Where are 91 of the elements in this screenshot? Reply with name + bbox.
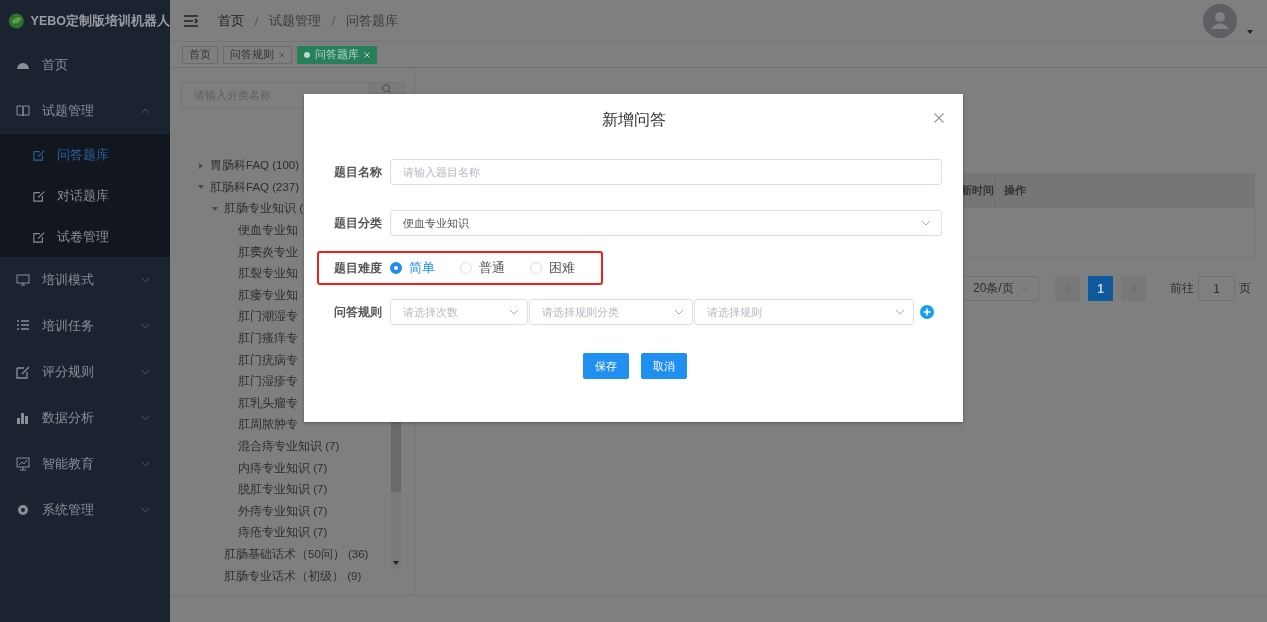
edit-icon <box>33 189 45 202</box>
sidebar-item[interactable]: 试题管理 <box>0 88 170 134</box>
chevron-icon <box>141 369 150 375</box>
book-icon <box>16 104 30 118</box>
gear-icon <box>16 503 30 517</box>
close-icon[interactable] <box>279 51 285 58</box>
rule-select[interactable]: 请选择规则 <box>694 299 914 325</box>
chevron-icon <box>141 507 150 513</box>
tree-node[interactable]: 肛门瘙痒专 <box>238 331 298 347</box>
tree-node[interactable]: 肛门潮湿专 <box>238 309 298 325</box>
rule-select[interactable]: 请选择次数 <box>390 299 528 325</box>
goto-label: 前往 <box>1170 280 1194 297</box>
tree-node[interactable]: 肛裂专业知 <box>238 266 298 282</box>
tree-node[interactable]: 肛肠专业知识 ( <box>224 201 304 217</box>
breadcrumb-separator-icon <box>331 15 336 26</box>
edit-icon <box>33 230 45 243</box>
avatar-icon[interactable] <box>1203 3 1237 38</box>
page-number[interactable]: 1 <box>1088 276 1113 301</box>
breadcrumb-separator-icon <box>254 15 259 26</box>
rule-select[interactable]: 请选择规则分类 <box>529 299 693 325</box>
chevron-icon <box>141 277 150 283</box>
tree-node[interactable]: 内痔专业知识 (7) <box>238 460 328 476</box>
sidebar-item[interactable]: 数据分析 <box>0 395 170 441</box>
tree-node[interactable]: 肛肠专业话术（初级） (9) <box>224 568 362 584</box>
breadcrumb-item[interactable]: 首页 <box>218 11 244 30</box>
sidebar-item[interactable]: 评分规则 <box>0 349 170 395</box>
tab[interactable]: 首页 <box>182 45 218 64</box>
chevron-icon <box>895 309 905 315</box>
edit-icon <box>16 365 30 379</box>
dropdown-caret-icon[interactable] <box>1247 29 1253 34</box>
tree-node[interactable]: 肛瘘专业知 <box>238 287 298 303</box>
sidebar-subitem[interactable]: 对话题库 <box>0 175 170 216</box>
tree-node[interactable]: 脱肛专业知识 (7) <box>238 482 328 498</box>
sidebar-item[interactable]: 培训模式 <box>0 257 170 303</box>
tree-node[interactable]: 便血专业知 <box>238 223 298 239</box>
bar-chart-icon <box>16 411 30 425</box>
tree-node[interactable]: 肛门湿疹专 <box>238 374 298 390</box>
field-label: 问答规则 <box>334 303 383 321</box>
sidebar-item[interactable]: 系统管理 <box>0 487 170 533</box>
cancel-button[interactable]: 取消 <box>640 353 687 379</box>
app-title: YEBO定制版培训机器人 <box>30 12 170 30</box>
tree-node[interactable]: 肛乳头瘤专 <box>238 395 298 411</box>
field-label: 题目难度 <box>334 259 383 277</box>
scroll-down-icon[interactable] <box>393 561 399 565</box>
sidebar-subitem[interactable]: 问答题库 <box>0 134 170 175</box>
chevron-icon <box>141 461 150 467</box>
page-suffix: 页 <box>1239 280 1251 297</box>
leaf-logo-icon <box>8 10 25 32</box>
tree-node[interactable]: 混合痔专业知识 (7) <box>238 439 340 454</box>
chevron-icon <box>141 323 150 329</box>
add-icon[interactable] <box>920 305 934 319</box>
search-icon <box>382 84 392 94</box>
chevron-icon <box>921 220 931 226</box>
tree-node[interactable]: 痔疮专业知识 (7) <box>238 525 328 541</box>
field-label: 题目分类 <box>334 214 383 232</box>
tree-node[interactable]: 肛门疣病专 <box>238 352 298 368</box>
tree-node[interactable]: 肛窦炎专业 <box>238 244 298 260</box>
tab[interactable]: 问答规则 <box>223 45 292 64</box>
tree-node[interactable]: 肛肠科FAQ (237) <box>210 179 300 195</box>
tree-node[interactable]: 外痔专业知识 (7) <box>238 503 328 519</box>
breadcrumb-item[interactable]: 试题管理 <box>269 11 321 30</box>
chevron-icon <box>1021 285 1030 292</box>
tree-node[interactable]: 胃肠科FAQ (100) <box>210 158 300 174</box>
chevron-icon <box>141 108 150 114</box>
tab[interactable]: 问答题库 <box>297 45 377 64</box>
edit-icon <box>33 148 45 161</box>
save-button[interactable]: 保存 <box>582 353 629 379</box>
tree-node[interactable]: 肛肠基础话术（50问） (36) <box>224 547 369 562</box>
menu-fold-icon[interactable] <box>184 14 198 27</box>
column-header: 操作 <box>994 173 1255 208</box>
sidebar-item[interactable]: 智能教育 <box>0 441 170 487</box>
difficulty-radio[interactable]: 普通 <box>460 259 505 277</box>
difficulty-radio[interactable]: 困难 <box>530 259 575 277</box>
monitor-icon <box>16 273 30 287</box>
name-input-field[interactable]: 请输入题目名称 <box>390 159 942 185</box>
difficulty-radio[interactable]: 简单 <box>390 259 435 277</box>
breadcrumb-item: 问答题库 <box>346 11 398 30</box>
category-select[interactable]: 便血专业知识 <box>390 210 942 236</box>
sidebar-item[interactable]: 首页 <box>0 42 170 88</box>
tree-node[interactable]: 肛周脓肿专 <box>238 417 298 433</box>
page-input[interactable]: 1 <box>1198 276 1235 301</box>
sidebar-subitem[interactable]: 试卷管理 <box>0 216 170 257</box>
dialog-title: 新增问答 <box>601 109 666 130</box>
field-label: 题目名称 <box>334 163 383 181</box>
chevron-icon <box>509 309 519 315</box>
list-icon <box>16 319 30 333</box>
chevron-icon <box>674 309 684 315</box>
close-icon[interactable] <box>934 113 944 123</box>
chart-monitor-icon <box>16 457 30 471</box>
sidebar-item[interactable]: 培训任务 <box>0 303 170 349</box>
chevron-icon <box>141 415 150 421</box>
